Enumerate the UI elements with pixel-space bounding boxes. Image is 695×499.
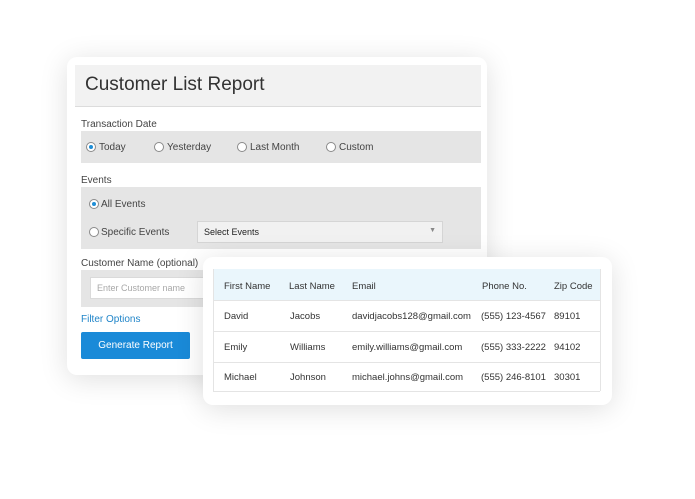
cell-zip: 94102 [554, 342, 581, 353]
radio-yesterday[interactable] [154, 142, 164, 152]
cell-email: emily.williams@gmail.com [352, 342, 463, 353]
radio-last-month-label[interactable]: Last Month [250, 142, 299, 153]
row-divider [213, 300, 600, 301]
report-header: Customer List Report [75, 65, 481, 107]
cell-last-name: Johnson [290, 372, 326, 383]
column-header-first-name: First Name [224, 281, 271, 292]
column-header-phone: Phone No. [482, 281, 527, 292]
transaction-date-label: Transaction Date [81, 119, 157, 130]
select-events-dropdown[interactable]: Select Events ▼ [197, 221, 443, 243]
radio-today[interactable] [86, 142, 96, 152]
cell-phone: (555) 123-4567 [481, 311, 546, 322]
cell-last-name: Williams [290, 342, 326, 353]
cell-zip: 30301 [554, 372, 581, 383]
column-header-zip: Zip Code [554, 281, 593, 292]
cell-email: michael.johns@gmail.com [352, 372, 464, 383]
radio-all-events-label[interactable]: All Events [101, 199, 145, 210]
radio-last-month[interactable] [237, 142, 247, 152]
generate-report-button[interactable]: Generate Report [81, 332, 190, 359]
radio-specific-events-label[interactable]: Specific Events [101, 227, 169, 238]
radio-custom-label[interactable]: Custom [339, 142, 373, 153]
cell-first-name: Michael [224, 372, 257, 383]
row-divider [213, 391, 600, 392]
cell-zip: 89101 [554, 311, 581, 322]
table-border-right [600, 269, 601, 391]
row-divider [213, 362, 600, 363]
table-border-left [213, 269, 214, 391]
events-label: Events [81, 175, 112, 186]
cell-phone: (555) 333-2222 [481, 342, 546, 353]
column-header-last-name: Last Name [289, 281, 335, 292]
table-header-row [213, 269, 600, 300]
cell-email: davidjacobs128@gmail.com [352, 311, 471, 322]
radio-all-events[interactable] [89, 199, 99, 209]
customer-name-label: Customer Name (optional) [81, 258, 199, 269]
radio-custom[interactable] [326, 142, 336, 152]
filter-options-link[interactable]: Filter Options [81, 314, 140, 325]
cell-phone: (555) 246-8101 [481, 372, 546, 383]
column-header-email: Email [352, 281, 376, 292]
page-title: Customer List Report [85, 74, 265, 95]
chevron-down-icon: ▼ [429, 227, 436, 234]
row-divider [213, 331, 600, 332]
radio-yesterday-label[interactable]: Yesterday [167, 142, 211, 153]
radio-today-label[interactable]: Today [99, 142, 126, 153]
cell-first-name: David [224, 311, 249, 322]
cell-first-name: Emily [224, 342, 248, 353]
customer-name-input[interactable]: Enter Customer name [90, 277, 210, 299]
cell-last-name: Jacobs [290, 311, 321, 322]
radio-specific-events[interactable] [89, 227, 99, 237]
select-events-value: Select Events [204, 227, 260, 237]
